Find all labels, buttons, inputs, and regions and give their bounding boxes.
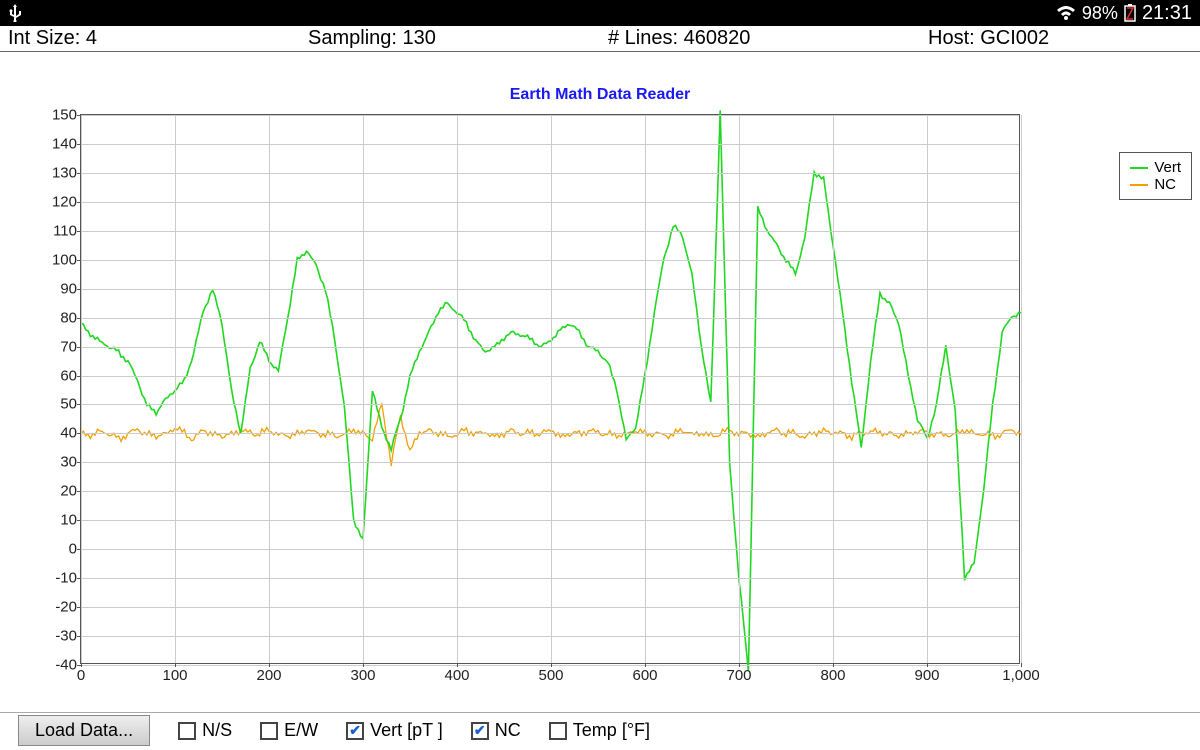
lines-value: 460820 <box>684 27 751 50</box>
info-sampling: Sampling: 130 <box>308 27 608 50</box>
chart-svg <box>81 115 1019 663</box>
battery-icon <box>1124 4 1136 22</box>
checkbox-label: E/W <box>284 720 318 741</box>
checkbox-vert[interactable]: ✔ Vert [pT ] <box>346 720 443 741</box>
checkbox-box <box>260 722 278 740</box>
checkbox-box: ✔ <box>471 722 489 740</box>
y-tick-label: 110 <box>53 222 77 239</box>
checkbox-ew[interactable]: E/W <box>260 720 318 741</box>
y-tick-label: 50 <box>60 396 77 413</box>
y-tick-label: 130 <box>52 164 77 181</box>
legend-label-nc: NC <box>1154 176 1176 193</box>
checkbox-nc[interactable]: ✔ NC <box>471 720 521 741</box>
x-tick-label: 100 <box>162 667 187 684</box>
y-tick-label: 60 <box>60 367 77 384</box>
x-tick-label: 800 <box>820 667 845 684</box>
y-tick-label: -40 <box>55 657 77 674</box>
bottom-toolbar: Load Data... N/S E/W ✔ Vert [pT ] ✔ NC Tem… <box>0 712 1200 748</box>
x-tick-label: 0 <box>77 667 85 684</box>
chart-plot-area[interactable]: -40-30-20-100102030405060708090100110120… <box>80 114 1020 664</box>
y-tick-label: 70 <box>60 338 77 355</box>
y-tick-label: 20 <box>60 483 77 500</box>
checkbox-box <box>178 722 196 740</box>
int-size-value: 4 <box>86 27 97 50</box>
y-tick-label: 100 <box>52 251 77 268</box>
checkbox-box <box>549 722 567 740</box>
y-tick-label: -20 <box>55 599 77 616</box>
sampling-value: 130 <box>403 27 436 50</box>
load-data-button[interactable]: Load Data... <box>18 715 150 746</box>
checkbox-label: NC <box>495 720 521 741</box>
x-tick-label: 600 <box>632 667 657 684</box>
clock: 21:31 <box>1142 2 1192 25</box>
sampling-label: Sampling: <box>308 27 397 50</box>
checkbox-temp[interactable]: Temp [°F] <box>549 720 650 741</box>
checkbox-label: Vert [pT ] <box>370 720 443 741</box>
info-bar: Int Size: 4 Sampling: 130 # Lines: 46082… <box>0 26 1200 52</box>
x-tick-label: 700 <box>726 667 751 684</box>
info-lines: # Lines: 460820 <box>608 27 928 50</box>
legend-vert: Vert <box>1130 159 1181 176</box>
y-tick-label: 90 <box>60 280 77 297</box>
y-tick-label: 80 <box>60 309 77 326</box>
y-tick-label: 0 <box>69 541 77 558</box>
y-tick-label: 30 <box>60 454 77 471</box>
host-label: Host: <box>928 27 975 50</box>
y-tick-label: 150 <box>52 107 77 124</box>
checkbox-ns[interactable]: N/S <box>178 720 232 741</box>
y-tick-label: -30 <box>55 628 77 645</box>
y-tick-label: 10 <box>60 512 77 529</box>
x-tick-label: 900 <box>914 667 939 684</box>
chart-container: Earth Math Data Reader -40-30-20-1001020… <box>0 52 1200 712</box>
x-tick-label: 1,000 <box>1002 667 1040 684</box>
legend-label-vert: Vert <box>1154 159 1181 176</box>
usb-icon <box>8 4 22 22</box>
lines-label: # Lines: <box>608 27 678 50</box>
info-host: Host: GCI002 <box>928 27 1192 50</box>
checkbox-label: N/S <box>202 720 232 741</box>
y-tick-label: 40 <box>60 425 77 442</box>
host-value: GCI002 <box>980 27 1049 50</box>
legend-swatch-vert <box>1130 167 1148 169</box>
checkbox-box: ✔ <box>346 722 364 740</box>
android-status-bar: 98% 21:31 <box>0 0 1200 26</box>
battery-percent: 98% <box>1082 3 1118 24</box>
info-int-size: Int Size: 4 <box>8 27 308 50</box>
y-tick-label: -10 <box>55 570 77 587</box>
y-tick-label: 140 <box>52 135 77 152</box>
x-tick-label: 200 <box>256 667 281 684</box>
int-size-label: Int Size: <box>8 27 80 50</box>
legend: Vert NC <box>1119 152 1192 200</box>
x-tick-label: 500 <box>538 667 563 684</box>
legend-swatch-nc <box>1130 184 1148 186</box>
x-tick-label: 300 <box>350 667 375 684</box>
x-tick-label: 400 <box>444 667 469 684</box>
chart-title: Earth Math Data Reader <box>0 86 1200 104</box>
legend-nc: NC <box>1130 176 1181 193</box>
y-tick-label: 120 <box>52 193 77 210</box>
checkbox-label: Temp [°F] <box>573 720 650 741</box>
wifi-icon <box>1056 5 1076 21</box>
